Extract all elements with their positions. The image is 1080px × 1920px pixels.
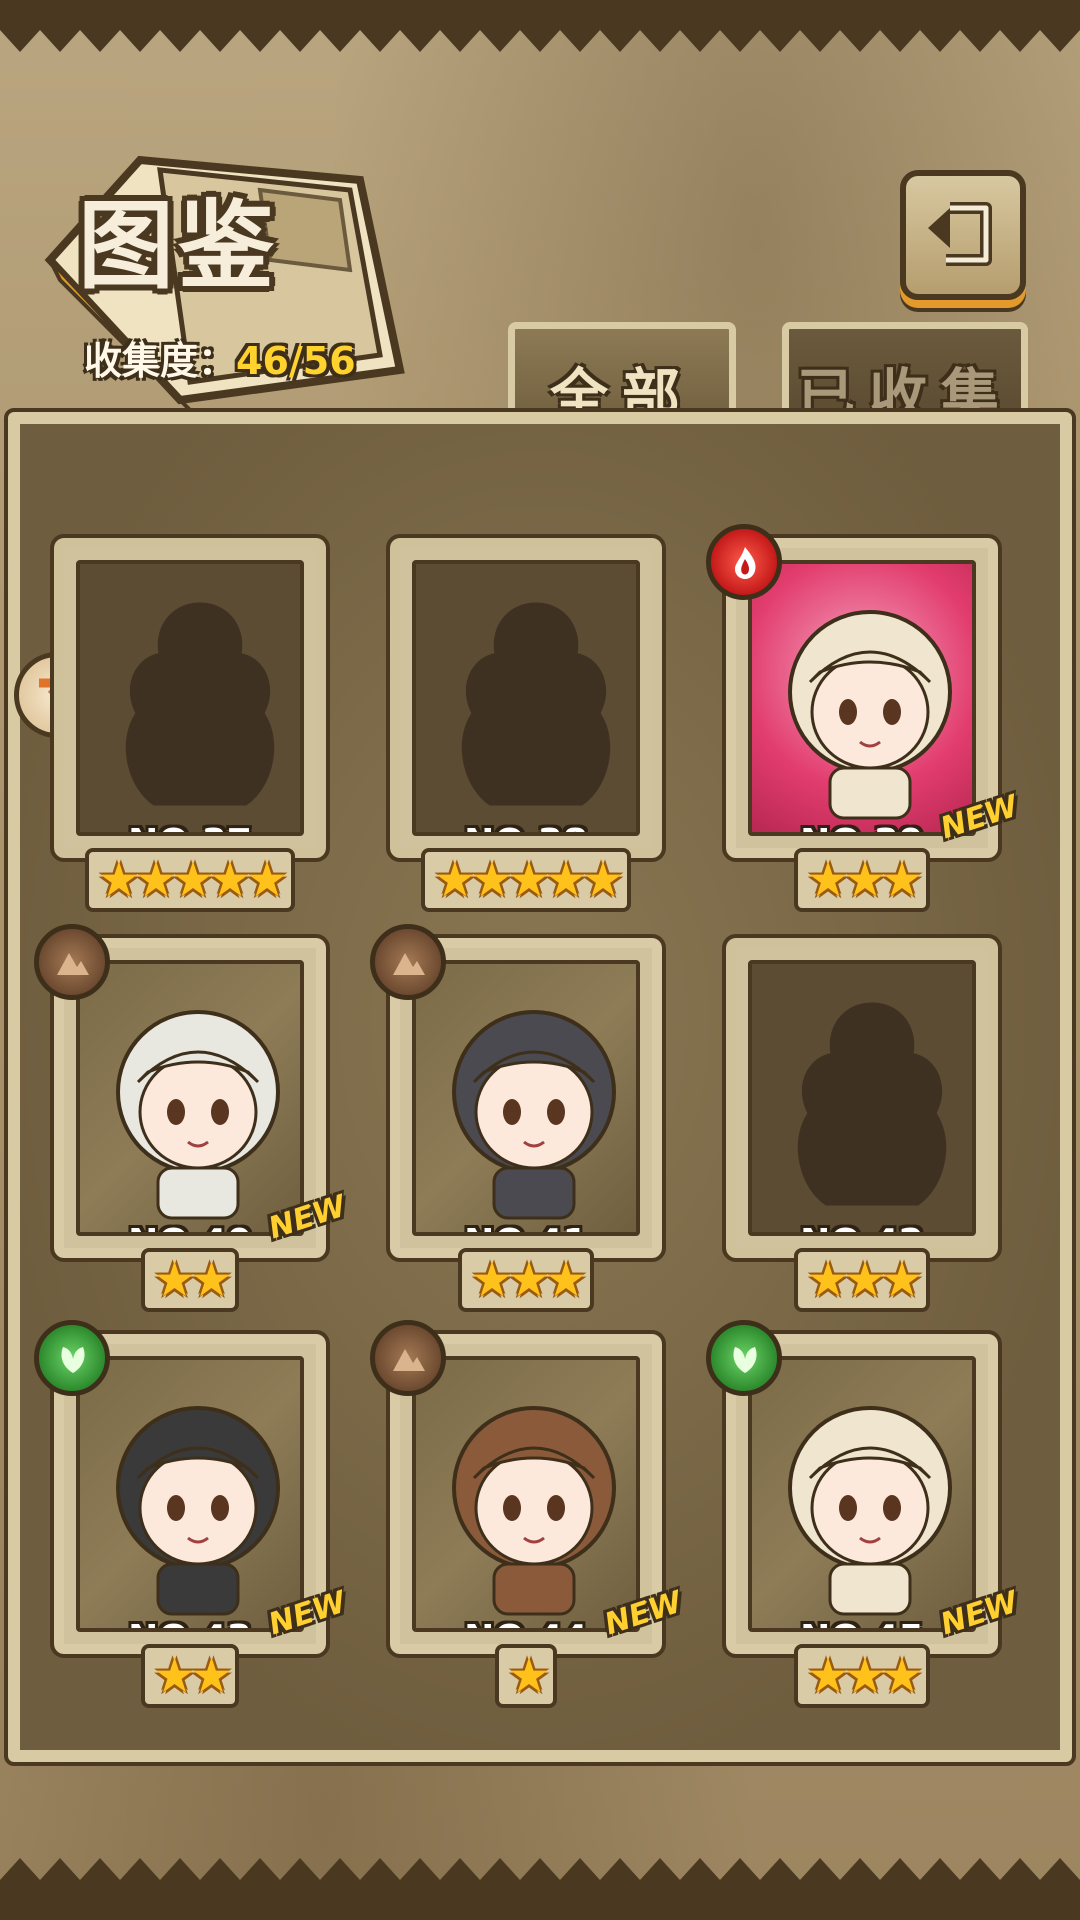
star-icon: ★ [507,1252,550,1308]
character-portrait: NO.45 [748,1356,976,1632]
character-portrait: NO.40 [76,960,304,1236]
character-card[interactable]: NO.37★★★★★ [40,528,340,912]
card-number: NO.43 [80,1618,300,1628]
card-frame: NO.37 [50,534,330,862]
character-card[interactable]: NO.43NEW★★ [34,1320,350,1708]
character-card[interactable]: NO.39NEW★★★ [706,524,1022,912]
character-card[interactable]: NO.45NEW★★★ [706,1320,1022,1708]
star-icon: ★ [581,852,625,908]
star-icon: ★ [152,1252,196,1308]
earth-element-badge [370,924,446,1000]
star-icon: ★ [134,852,177,908]
star-icon: ★ [152,1648,196,1704]
collection-progress: 收集度：46/56 [84,330,356,385]
card-number: NO.44 [416,1618,636,1628]
star-rating: ★★★ [712,1248,1012,1312]
fire-element-icon [735,547,756,579]
character-portrait: NO.39 [748,560,976,836]
star-rating: ★★★ [712,848,1012,912]
star-icon: ★ [470,1252,513,1308]
star-rating: ★★ [40,1248,340,1312]
leaf-element-icon [61,1347,85,1373]
leaf-element-badge [706,1320,782,1396]
star-rating: ★ [376,1644,676,1708]
star-icon: ★ [245,852,289,908]
star-icon: ★ [190,1648,233,1704]
star-icon: ★ [208,852,252,908]
card-number: NO.37 [80,822,300,832]
earth-element-icon [57,953,89,975]
star-icon: ★ [806,852,849,908]
card-number: NO.45 [752,1618,972,1628]
star-icon: ★ [843,1648,886,1704]
star-icon: ★ [544,1252,588,1308]
star-rating: ★★★★★ [40,848,340,912]
star-rating: ★★★ [712,1644,1012,1708]
star-icon: ★ [433,852,476,908]
card-number: NO.38 [416,822,636,832]
earth-element-icon [393,953,425,975]
star-rating: ★★★★★ [376,848,676,912]
character-card[interactable]: NO.44NEW★ [370,1320,686,1708]
back-button[interactable] [900,170,1026,300]
card-frame: NO.42 [722,934,1002,1262]
character-card[interactable]: NO.38★★★★★ [376,528,676,912]
star-icon: ★ [190,1252,233,1308]
star-icon: ★ [843,1252,886,1308]
collection-value: 46/56 [236,339,356,383]
star-icon: ★ [806,1648,849,1704]
earth-element-badge [370,1320,446,1396]
star-rating: ★★ [40,1644,340,1708]
star-icon: ★ [470,852,513,908]
page-title: 图鉴 [78,189,278,302]
character-card[interactable]: NO.41★★★ [370,924,676,1312]
locked-silhouette: NO.42 [748,960,976,1236]
star-rating: ★★★ [376,1248,676,1312]
bottom-zigzag-border [0,1858,1080,1920]
locked-silhouette: NO.38 [412,560,640,836]
earth-element-icon [393,1349,425,1371]
character-portrait: NO.41 [412,960,640,1236]
leaf-element-badge [34,1320,110,1396]
fire-element-badge [706,524,782,600]
star-icon: ★ [843,852,886,908]
star-icon: ★ [171,852,214,908]
return-arrow-icon [928,202,992,266]
star-icon: ★ [544,852,588,908]
star-icon: ★ [507,852,550,908]
locked-silhouette: NO.37 [76,560,304,836]
character-portrait: NO.43 [76,1356,304,1632]
card-number: NO.40 [80,1222,300,1232]
collection-label: 收集度： [84,339,237,383]
leaf-element-icon [733,1347,757,1373]
star-icon: ★ [97,852,140,908]
top-zigzag-border [0,0,1080,52]
star-icon: ★ [507,1648,550,1704]
character-card[interactable]: NO.42★★★ [712,928,1012,1312]
star-icon: ★ [880,1252,924,1308]
character-card[interactable]: NO.40NEW★★ [34,924,350,1312]
card-number: NO.39 [752,822,972,832]
card-frame: NO.38 [386,534,666,862]
card-number: NO.42 [752,1222,972,1232]
card-number: NO.41 [416,1222,636,1232]
character-portrait: NO.44 [412,1356,640,1632]
earth-element-badge [34,924,110,1000]
star-icon: ★ [880,852,924,908]
star-icon: ★ [806,1252,849,1308]
star-icon: ★ [880,1648,924,1704]
